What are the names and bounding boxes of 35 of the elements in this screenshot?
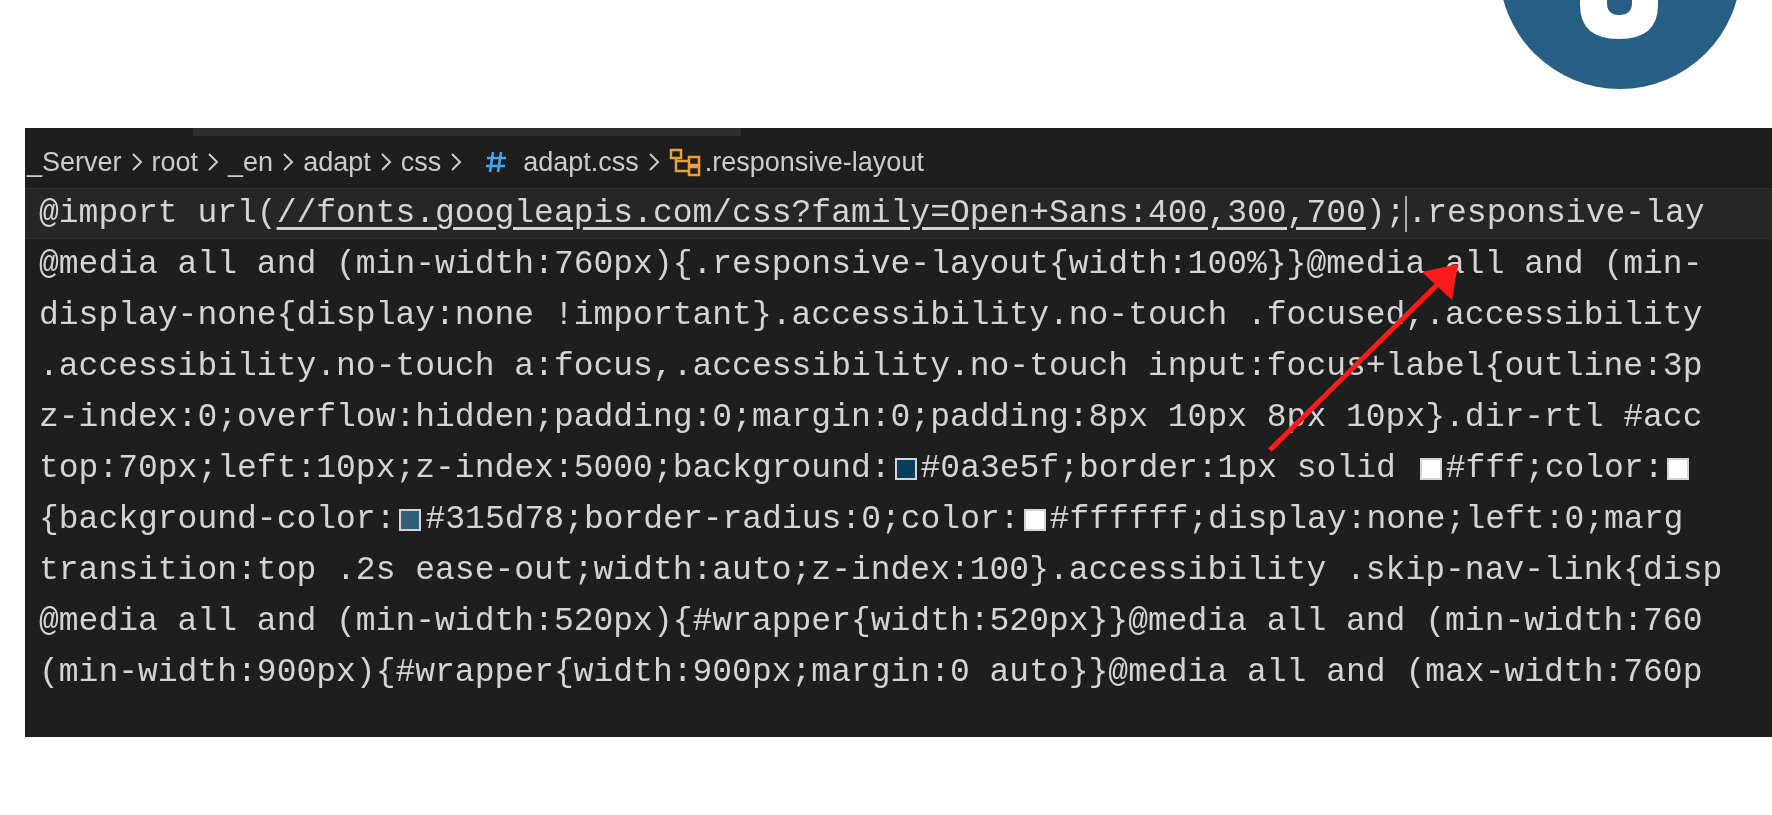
color-swatch[interactable] xyxy=(1023,508,1046,531)
color-swatch[interactable] xyxy=(1667,457,1690,480)
code-text: #ffffff;display:none;left:0;marg xyxy=(1049,499,1684,540)
code-text: (min-width:900px){#wrapper{width:900px;margin:0 auto}}@media all and (max-width:760p xyxy=(39,652,1703,693)
breadcrumb-item[interactable]: adapt.css xyxy=(523,141,639,183)
breadcrumb-item[interactable]: _Server xyxy=(27,141,122,183)
code-text: top:70px;left:10px;z-index:5000;background: xyxy=(39,448,891,489)
chevron-icon xyxy=(646,151,661,173)
code-text: transition:top .2s ease-out;width:auto;z-index:100}.accessibility .skip-nav-link{disp xyxy=(39,550,1723,591)
breadcrumb-item[interactable]: root xyxy=(151,141,199,183)
text-cursor xyxy=(1405,195,1408,232)
breadcrumb-item[interactable]: _en xyxy=(228,141,274,183)
color-swatch[interactable] xyxy=(1419,457,1442,480)
code-text: ); xyxy=(1365,193,1406,234)
color-swatch[interactable] xyxy=(894,457,917,480)
chevron-icon xyxy=(129,151,144,173)
chevron-icon xyxy=(449,151,464,173)
code-text: #fff;color: xyxy=(1445,448,1664,489)
horizontal-scrollbar[interactable] xyxy=(193,128,741,136)
code-text: .responsive-lay xyxy=(1407,193,1705,234)
breadcrumb-item[interactable]: css xyxy=(400,141,442,183)
chevron-icon xyxy=(378,151,393,173)
url-link[interactable]: //fonts.googleapis.com/css?family=Open+Sans:400,300,700 xyxy=(276,188,1366,239)
symbol-tree-icon xyxy=(668,147,703,177)
breadcrumb-item[interactable]: adapt xyxy=(303,141,371,183)
code-text: #0a3e5f;border:1px solid xyxy=(920,448,1397,489)
breadcrumb-item[interactable]: .responsive-layout xyxy=(704,141,924,183)
code-text: @media all and (min-width:520px){#wrapper{width:520px}}@media all and (min-width:760 xyxy=(39,601,1703,642)
code-text: @import url( xyxy=(39,193,277,234)
code-text: {background-color: xyxy=(39,499,396,540)
chevron-icon xyxy=(281,151,296,173)
color-swatch[interactable] xyxy=(399,508,422,531)
chevron-icon xyxy=(206,151,221,173)
hash-icon xyxy=(485,150,508,174)
code-text: #315d78;border-radius:0;color: xyxy=(425,499,1020,540)
